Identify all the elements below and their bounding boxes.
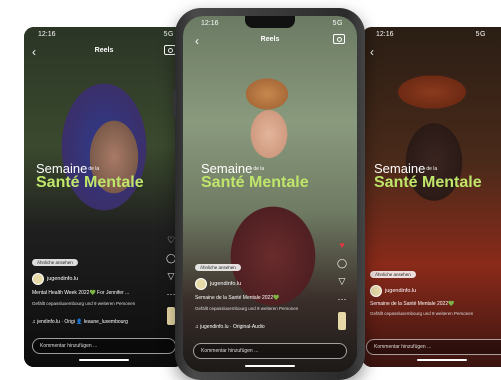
audio-thumbnail[interactable] [338, 312, 346, 330]
reel-caption[interactable]: Semaine de la Santé Mentale 2022💚 [370, 301, 454, 307]
video-overlay-text: Semainede la Santé Mentale [36, 162, 144, 191]
right-phone: 12:16 5G ‹ Semainede la Santé Mentale Äh… [362, 27, 501, 367]
username[interactable]: jugendinfo.lu [47, 276, 78, 282]
username[interactable]: jugendinfo.lu [385, 288, 416, 294]
overlay-line2: Santé Mentale [374, 174, 482, 191]
back-arrow-icon[interactable]: ‹ [370, 45, 374, 59]
status-time: 12:16 [38, 31, 56, 38]
similar-button[interactable]: Ähnliche ansehen [195, 264, 241, 271]
camera-icon[interactable] [333, 34, 345, 44]
home-indicator [79, 359, 129, 361]
center-video-frame[interactable] [183, 16, 357, 372]
reels-title: Reels [94, 47, 114, 54]
avatar[interactable] [32, 273, 44, 285]
side-button [173, 90, 176, 118]
reel-caption[interactable]: Mental Health Week 2022💚 For Jennifer ..… [32, 290, 129, 296]
overlay-line1-small: de la [426, 166, 438, 173]
signal-indicator: 5G [163, 31, 174, 38]
user-row[interactable]: jugendinfo.lu [32, 273, 78, 285]
status-time: 12:16 [376, 31, 394, 38]
user-row[interactable]: jugendinfo.lu [195, 278, 241, 290]
likes-text[interactable]: Gefällt cepassluxembourg und 9 weiteren … [32, 301, 142, 306]
comment-input[interactable]: Kommentar hinzufügen ... [366, 339, 501, 355]
status-time: 12:16 [201, 20, 219, 27]
more-icon[interactable]: ⋯ [337, 294, 347, 312]
audio-label[interactable]: ♫ jendinfo.lu · Origi 👤 leaune_luxembour… [32, 319, 128, 325]
user-row[interactable]: jugendinfo.lu [370, 285, 416, 297]
username[interactable]: jugendinfo.lu [210, 281, 241, 287]
audio-label[interactable]: ♫ jugendinfo.lu · Original-Audio [195, 324, 265, 330]
right-video-frame[interactable] [362, 27, 501, 367]
reels-header: ‹ Reels [24, 45, 184, 61]
home-indicator [245, 365, 295, 367]
reel-caption[interactable]: Semaine de la Santé Mentale 2022💚 [195, 295, 279, 301]
similar-button[interactable]: Ähnliche ansehen [32, 259, 78, 266]
home-indicator [417, 359, 467, 361]
likes-text[interactable]: Gefällt cepassluxembourg und 9 weiteren … [195, 306, 315, 311]
status-bar: 12:16 5G [183, 20, 357, 32]
signal-indicator: 5G [475, 31, 486, 38]
comment-icon[interactable]: ◯ [337, 258, 347, 276]
reels-header: ‹ Reels [183, 34, 357, 50]
likes-text[interactable]: Gefällt cepassluxembourg und 9 weiteren … [370, 311, 480, 316]
video-overlay-text: Semainede la Santé Mentale [201, 162, 309, 191]
reel-actions: ♥ ◯ ▽ ⋯ [337, 240, 347, 330]
avatar[interactable] [195, 278, 207, 290]
reels-title: Reels [260, 36, 280, 43]
comment-input[interactable]: Kommentar hinzufügen ... [32, 338, 176, 354]
left-phone: 12:16 5G ‹ Reels Semainede la Santé Ment… [24, 27, 184, 367]
share-icon[interactable]: ▽ [337, 276, 347, 294]
reels-header: ‹ [362, 45, 501, 61]
overlay-line1-small: de la [88, 166, 100, 173]
avatar[interactable] [370, 285, 382, 297]
video-overlay-text: Semainede la Santé Mentale [374, 162, 482, 191]
overlay-line1-small: de la [253, 166, 265, 173]
audio-thumbnail[interactable] [167, 307, 175, 325]
signal-indicator: 5G [332, 20, 343, 27]
left-video-frame[interactable] [24, 27, 184, 367]
comment-input[interactable]: Kommentar hinzufügen ... [193, 343, 347, 359]
status-bar: 12:16 5G [362, 31, 501, 43]
overlay-line2: Santé Mentale [201, 174, 309, 191]
similar-button[interactable]: Ähnliche ansehen [370, 271, 416, 278]
like-icon[interactable]: ♥ [337, 240, 347, 258]
status-bar: 12:16 5G [24, 31, 184, 43]
overlay-line2: Santé Mentale [36, 174, 144, 191]
center-phone: 12:16 5G ‹ Reels Semainede la Santé Ment… [183, 16, 357, 372]
